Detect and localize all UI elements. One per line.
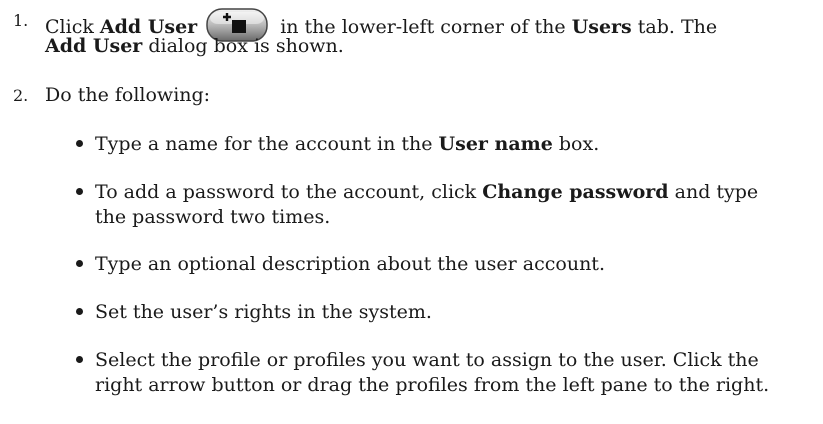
step-number: 1. <box>13 11 29 30</box>
step-text: Click Add User in the lower-left corner … <box>45 8 815 57</box>
document-page: 1. Click Add User in the lower-left corn… <box>0 0 823 424</box>
bullet-icon <box>76 188 83 195</box>
step-text: Do the following: <box>45 84 211 106</box>
users-tab-label: Users <box>571 16 632 38</box>
bullet-icon <box>76 140 83 147</box>
bullet-icon <box>76 308 83 315</box>
bullet-icon <box>76 356 83 363</box>
add-user-label-2: Add User <box>45 35 143 57</box>
step-number: 2. <box>13 86 29 105</box>
bullet-icon <box>76 260 83 267</box>
